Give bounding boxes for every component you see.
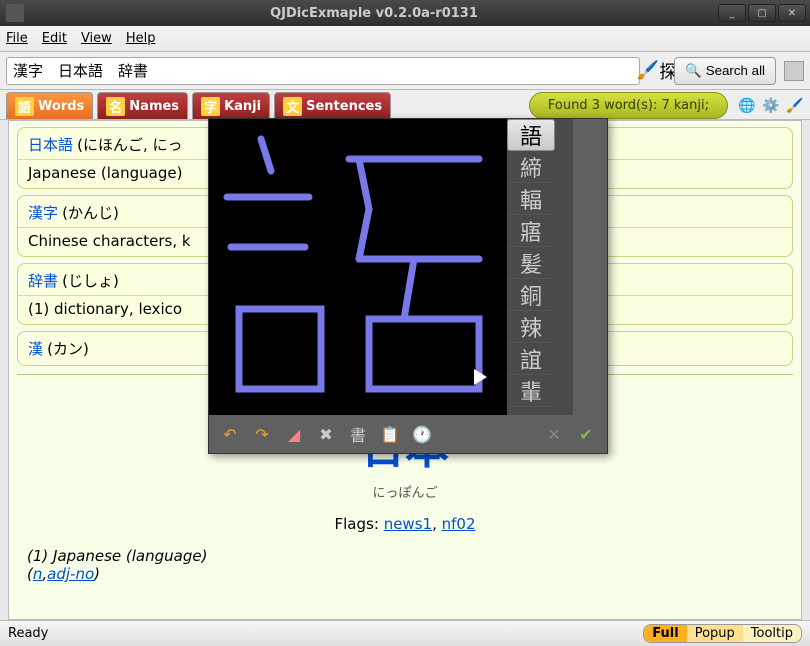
entry-headword: 漢 (28, 340, 43, 358)
tab-names[interactable]: 名 Names (97, 92, 188, 119)
candidate-item[interactable]: 輩 (507, 375, 555, 407)
tab-sentences[interactable]: 文 Sentences (274, 92, 391, 119)
candidate-item[interactable]: 辣 (507, 311, 555, 343)
pos-link[interactable]: adj-no (47, 565, 94, 583)
entry-reading: (かんじ) (62, 204, 119, 222)
tabs-row: 語 Words 名 Names 字 Kanji 文 Sentences Found 3 … (0, 90, 810, 120)
confirm-icon[interactable]: ✔ (575, 423, 597, 445)
handwriting-canvas[interactable] (209, 119, 509, 415)
entry-headword: 漢字 (28, 204, 58, 222)
tab-kanji-label: Kanji (224, 99, 261, 114)
tab-sentences-label: Sentences (306, 99, 382, 114)
window-buttons: _ ▢ ✕ (718, 4, 806, 22)
mode-tooltip[interactable]: Tooltip (743, 625, 801, 642)
menu-help[interactable]: Help (126, 31, 156, 46)
menu-file[interactable]: File (6, 31, 28, 46)
mode-full[interactable]: Full (644, 625, 686, 642)
pos-link[interactable]: n (33, 565, 43, 583)
drawer-icon[interactable] (784, 61, 804, 81)
tab-words-kanji: 語 (15, 97, 34, 116)
candidate-item[interactable]: 銅 (507, 279, 555, 311)
detail-reading-alt: にっぽんご (17, 482, 793, 501)
clipboard-icon[interactable]: 📋 (379, 423, 401, 445)
maximize-button[interactable]: ▢ (748, 4, 776, 22)
search-all-button[interactable]: 🔍 Search all (674, 57, 776, 85)
entry-reading: (カン) (47, 340, 89, 358)
detail-sense: (1) Japanese (language) (n,adj-no) (17, 547, 793, 583)
app-icon (6, 4, 24, 22)
candidate-item[interactable]: 誼 (507, 343, 555, 375)
candidate-panel: 語 締 輻 寤 髪 銅 辣 誼 輩 (507, 119, 607, 415)
handwriting-toolbar: ↶ ↷ ◢ ✖ 書 📋 🕐 ✕ ✔ (209, 415, 607, 453)
settings-icon[interactable]: ✖ (315, 423, 337, 445)
brush-icon[interactable]: 書 (347, 423, 369, 445)
menubar: File Edit View Help (0, 26, 810, 52)
mode-popup[interactable]: Popup (687, 625, 743, 642)
status-text: Ready (8, 626, 48, 641)
entry-reading: (にほんご, にっ (77, 136, 182, 154)
close-button[interactable]: ✕ (778, 4, 806, 22)
detail-flags: Flags: news1, nf02 (17, 515, 793, 533)
tab-words-label: Words (38, 99, 84, 114)
minimize-button[interactable]: _ (718, 4, 746, 22)
candidate-item[interactable]: 髪 (507, 247, 555, 279)
menu-edit[interactable]: Edit (42, 31, 67, 46)
candidate-list[interactable]: 語 締 輻 寤 髪 銅 辣 誼 輩 (507, 119, 573, 415)
undo-icon[interactable]: ↶ (219, 423, 241, 445)
tool-icons: 🌐 ⚙️ 🖌️ (738, 92, 804, 119)
menu-view[interactable]: View (81, 31, 112, 46)
candidate-item[interactable]: 寤 (507, 215, 555, 247)
tab-names-kanji: 名 (106, 97, 125, 116)
tab-sentences-kanji: 文 (283, 97, 302, 116)
flag-link[interactable]: news1 (384, 515, 432, 533)
search-toolbar: 漢字 日本語 辞書 🖌️探 🔍 Search all (0, 52, 810, 90)
tab-names-label: Names (129, 99, 179, 114)
handwriting-pad: 語 締 輻 寤 髪 銅 辣 誼 輩 ↶ ↷ ◢ ✖ 書 📋 🕐 ✕ ✔ (208, 118, 608, 454)
candidate-item[interactable]: 締 (507, 151, 555, 183)
tab-words[interactable]: 語 Words (6, 92, 93, 119)
entry-reading: (じしょ) (62, 272, 119, 290)
search-input-value: 漢字 日本語 辞書 (13, 60, 148, 81)
cancel-icon[interactable]: ✕ (543, 423, 565, 445)
display-mode-switch: Full Popup Tooltip (643, 624, 802, 643)
entry-headword: 辞書 (28, 272, 58, 290)
flag-link[interactable]: nf02 (442, 515, 476, 533)
search-input[interactable]: 漢字 日本語 辞書 (6, 57, 640, 85)
candidate-item[interactable]: 語 (507, 119, 555, 151)
clear-icon[interactable]: 🖌️ (786, 97, 804, 115)
tab-kanji-kanji: 字 (201, 97, 220, 116)
candidate-item[interactable]: 輻 (507, 183, 555, 215)
search-icon: 🔍 (685, 63, 702, 79)
globe-icon[interactable]: 🌐 (738, 97, 756, 115)
eraser-icon[interactable]: ◢ (283, 423, 305, 445)
clock-icon[interactable]: 🕐 (411, 423, 433, 445)
statusbar: Ready Full Popup Tooltip (0, 620, 810, 646)
search-all-label: Search all (706, 63, 765, 78)
redo-icon[interactable]: ↷ (251, 423, 273, 445)
result-summary: Found 3 word(s): 7 kanji; (529, 92, 728, 119)
window-title: QJDicExmaple v0.2.0a-r0131 (30, 6, 718, 21)
entry-headword: 日本語 (28, 136, 73, 154)
titlebar: QJDicExmaple v0.2.0a-r0131 _ ▢ ✕ (0, 0, 810, 26)
tab-kanji[interactable]: 字 Kanji (192, 92, 270, 119)
gear-icon[interactable]: ⚙️ (762, 97, 780, 115)
brush-icon[interactable]: 🖌️探 (644, 58, 670, 84)
